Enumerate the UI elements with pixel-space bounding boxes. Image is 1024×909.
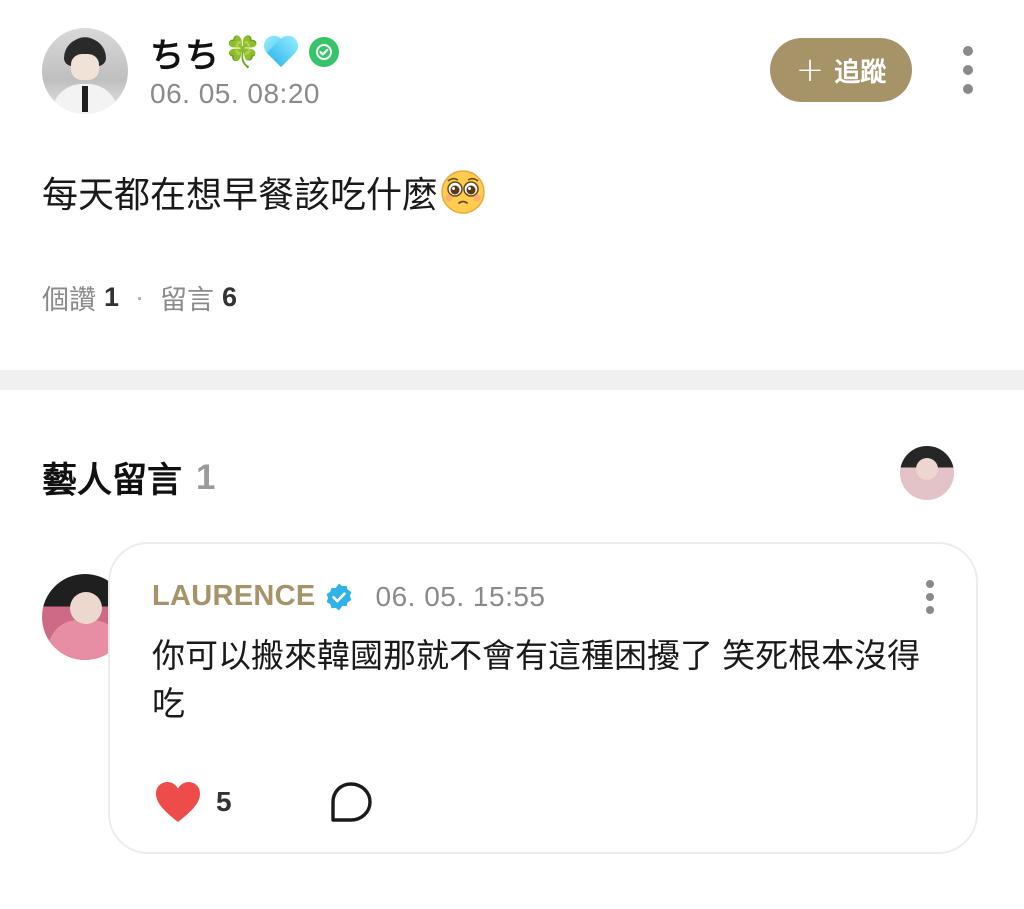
commenter-name[interactable]: LAURENCE (152, 580, 316, 613)
like-count: 5 (216, 786, 232, 817)
like-button[interactable]: 5 (154, 780, 232, 824)
more-options-icon[interactable] (958, 46, 978, 94)
comment-header: LAURENCE 06. 05. 15:55 (152, 580, 546, 613)
author-name[interactable]: ちち (150, 28, 220, 77)
likes-label[interactable]: 個讚 (42, 278, 96, 317)
post-text: 每天都在想早餐該吃什麼 (42, 166, 486, 218)
artist-comments-heading: 藝人留言 (42, 461, 183, 500)
speech-bubble-icon (331, 782, 372, 822)
stats-separator: · (135, 282, 145, 312)
comments-label[interactable]: 留言 (160, 278, 214, 317)
artist-comment-card: LAURENCE 06. 05. 15:55 你可以搬來韓國那就不會有這種困擾了… (108, 542, 978, 854)
artist-avatar-small[interactable] (900, 446, 954, 500)
artist-comments-title: 藝人留言 1 (42, 452, 215, 503)
post-header: ちち 🍀 06. 05. 08:20 + 追蹤 (42, 28, 1002, 118)
post-text-content: 每天都在想早餐該吃什麼 (42, 174, 439, 215)
post-stats: 個讚 1 · 留言 6 (42, 278, 237, 317)
pleading-face-icon (440, 169, 486, 215)
clover-icon: 🍀 (224, 35, 262, 69)
blue-verified-badge-icon (326, 583, 351, 610)
blue-heart-icon (265, 35, 301, 69)
green-check-badge-icon (309, 37, 340, 67)
reply-button[interactable] (328, 780, 374, 826)
plus-icon: + (795, 50, 825, 90)
post-page: ちち 🍀 06. 05. 08:20 + 追蹤 每天都在想早餐該吃什麼 個讚 1… (0, 0, 1024, 909)
author-name-row: ちち 🍀 (150, 28, 340, 77)
post-timestamp: 06. 05. 08:20 (150, 78, 320, 109)
likes-count[interactable]: 1 (104, 282, 119, 313)
comment-text: 你可以搬來韓國那就不會有這種困擾了 笑死根本沒得吃 (152, 637, 921, 722)
artist-comments-count: 1 (196, 457, 216, 497)
comment-more-options-icon[interactable] (922, 580, 938, 614)
author-avatar[interactable] (42, 28, 128, 114)
follow-button[interactable]: + 追蹤 (770, 38, 912, 102)
comment-timestamp: 06. 05. 15:55 (375, 580, 546, 612)
follow-label: 追蹤 (834, 57, 887, 88)
heart-icon (156, 782, 200, 822)
comments-count[interactable]: 6 (222, 282, 237, 313)
section-divider (0, 370, 1024, 390)
